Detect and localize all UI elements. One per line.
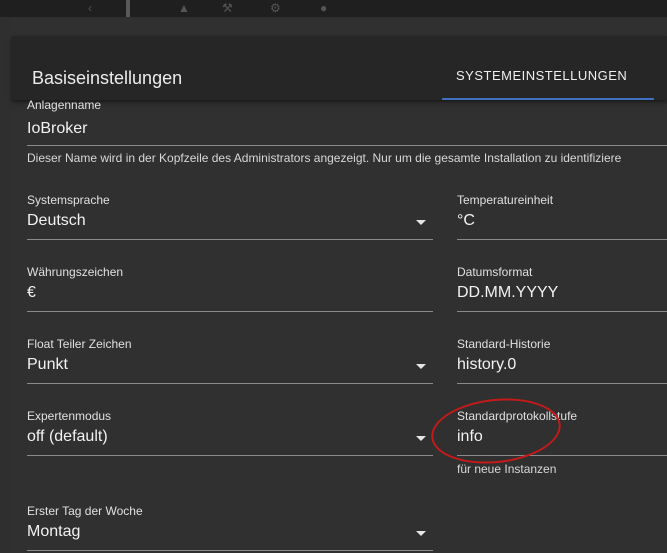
float-teiler-label: Float Teiler Zeichen	[27, 337, 132, 351]
expertenmodus-label: Expertenmodus	[27, 409, 112, 423]
standardprotokollstufe-value: info	[457, 428, 483, 445]
standard-historie-label: Standard-Historie	[457, 337, 551, 351]
datumsformat-underline	[457, 311, 667, 312]
waehrungszeichen-label: Währungszeichen	[27, 265, 124, 279]
wrench-icon[interactable]: ⚒	[222, 2, 236, 14]
plugin-icon[interactable]: ●	[320, 2, 334, 14]
expertenmodus-underline	[27, 455, 433, 456]
tab-systemeinstellungen[interactable]: SYSTEMEINSTELLUNGEN	[442, 36, 654, 100]
standardprotokollstufe-label: Standardprotokollstufe	[457, 409, 578, 423]
standard-historie-field[interactable]: Standard-Historie history.0	[457, 337, 667, 387]
temperatureinheit-field[interactable]: Temperatureinheit °C	[457, 193, 667, 243]
dialog-title: Basiseinstellungen	[32, 68, 183, 88]
temperatureinheit-input[interactable]: °C	[457, 212, 475, 230]
anlagenname-input[interactable]: IoBroker	[27, 120, 87, 138]
erster-tag-label: Erster Tag der Woche	[27, 504, 143, 518]
erster-tag-underline	[27, 550, 433, 551]
chevron-down-icon[interactable]	[416, 531, 426, 536]
expertenmodus-select[interactable]: Expertenmodus off (default)	[27, 409, 433, 459]
datumsformat-label: Datumsformat	[457, 265, 533, 279]
float-teiler-value: Punkt	[27, 356, 68, 373]
standardprotokollstufe-field[interactable]: Standardprotokollstufe info	[457, 409, 667, 459]
expertenmodus-value: off (default)	[27, 428, 108, 445]
systemsprache-value: Deutsch	[27, 212, 86, 229]
standard-historie-underline	[457, 383, 667, 384]
background-toolbar: ‹ ▲ ⚒ ⚙ ●	[0, 0, 667, 17]
standard-historie-value: history.0	[457, 356, 517, 373]
gear-icon[interactable]: ⚙	[270, 2, 284, 14]
toolbar-divider	[126, 0, 130, 17]
systemsprache-underline	[27, 239, 433, 240]
standardprotokollstufe-helper: für neue Instanzen	[457, 462, 557, 476]
chevron-down-icon[interactable]	[416, 364, 426, 369]
settings-dialog: Basiseinstellungen SYSTEMEINSTELLUNGEN A…	[12, 17, 667, 553]
chevron-left-icon[interactable]: ‹	[88, 2, 102, 14]
anlagenname-field[interactable]: Anlagenname IoBroker	[27, 98, 667, 148]
dialog-header: Basiseinstellungen SYSTEMEINSTELLUNGEN	[12, 36, 667, 100]
chevron-down-icon[interactable]	[416, 220, 426, 225]
anlagenname-helper: Dieser Name wird in der Kopfzeile des Ad…	[27, 151, 622, 165]
systemsprache-label: Systemsprache	[27, 193, 110, 207]
datumsformat-field[interactable]: Datumsformat DD.MM.YYYY	[457, 265, 667, 315]
erster-tag-value: Montag	[27, 523, 81, 540]
chevron-down-icon[interactable]	[416, 436, 426, 441]
standardprotokollstufe-underline	[457, 455, 667, 456]
anlagenname-label: Anlagenname	[27, 98, 102, 112]
left-panel-edge	[0, 17, 12, 553]
temperatureinheit-label: Temperatureinheit	[457, 193, 554, 207]
temperatureinheit-underline	[457, 239, 667, 240]
waehrungszeichen-underline	[27, 311, 433, 312]
erster-tag-select[interactable]: Erster Tag der Woche Montag	[27, 504, 433, 553]
float-teiler-underline	[27, 383, 433, 384]
datumsformat-input[interactable]: DD.MM.YYYY	[457, 284, 558, 302]
waehrungszeichen-input[interactable]: €	[27, 284, 36, 302]
waehrungszeichen-field[interactable]: Währungszeichen €	[27, 265, 433, 315]
systemsprache-select[interactable]: Systemsprache Deutsch	[27, 193, 433, 243]
float-teiler-select[interactable]: Float Teiler Zeichen Punkt	[27, 337, 433, 387]
anlagenname-underline	[27, 145, 667, 146]
tab-label: SYSTEMEINSTELLUNGEN	[456, 68, 628, 83]
home-icon[interactable]: ▲	[178, 2, 192, 14]
